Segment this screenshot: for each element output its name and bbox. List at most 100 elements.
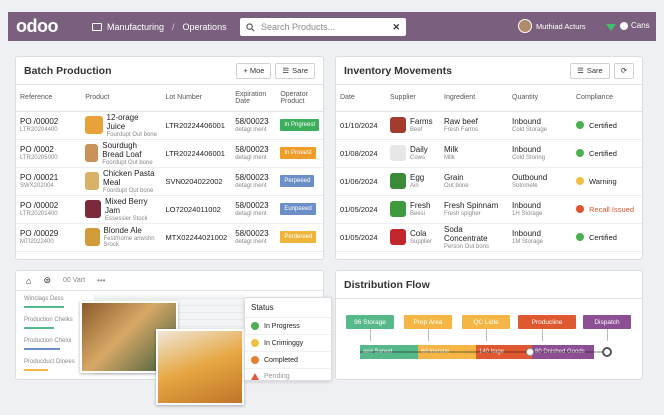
column-header[interactable]: Reference bbox=[16, 85, 82, 112]
activity-icon[interactable] bbox=[606, 24, 616, 31]
table-row[interactable]: PO /0002 LTR20205000 Sourdugh Bread Loaf Fo… bbox=[16, 139, 323, 168]
supplier-cell: Cola Supplier bbox=[386, 223, 440, 252]
column-header[interactable]: Operator Product bbox=[276, 85, 323, 112]
save-label: Sare bbox=[292, 66, 308, 75]
column-header[interactable]: Supplier bbox=[386, 85, 440, 112]
status-legend-item[interactable]: Completed bbox=[245, 352, 331, 369]
status-badge[interactable]: Eunpeeed bbox=[280, 203, 316, 215]
table-row[interactable]: 01/08/2024 Daily Cows Milk Milk Inbound Cold S… bbox=[336, 139, 642, 168]
ingredient-sub: Person Out bons bbox=[444, 243, 490, 250]
reference-cell: PO /00029 MTI2022400 bbox=[16, 223, 82, 252]
flow-connector bbox=[542, 329, 543, 341]
status-badge[interactable]: In Prigreest bbox=[280, 119, 319, 131]
view-icon[interactable]: ⊜ bbox=[43, 275, 51, 286]
status-legend: Status In Progress In Criminggy Completed P… bbox=[244, 297, 332, 385]
table-row[interactable]: 01/10/2024 Farms Beef Raw beef Fresh Farms In… bbox=[336, 111, 642, 140]
column-header[interactable]: Compliance bbox=[572, 85, 642, 112]
compliance-label: Certified bbox=[589, 120, 617, 130]
odoo-logo[interactable]: odoo bbox=[16, 16, 58, 37]
flow-stage[interactable]: QC Lidle bbox=[462, 315, 510, 329]
flow-stage[interactable]: Dispatch bbox=[583, 315, 631, 329]
status-label: Completed bbox=[264, 356, 298, 364]
reference: PO /00029 bbox=[20, 229, 59, 238]
expiration-date: 58/00023 bbox=[235, 173, 269, 182]
flow-end-marker bbox=[602, 347, 612, 357]
compliance-status[interactable]: Certified bbox=[576, 149, 638, 158]
ingredient: Soda Concentrate bbox=[444, 224, 488, 243]
lot-number: LTR20224406001 bbox=[161, 139, 232, 168]
reference-sub: LTR20201400 bbox=[20, 211, 58, 217]
column-header[interactable]: Lot Number bbox=[161, 85, 232, 112]
expiration-date: 58/00023 bbox=[235, 201, 269, 210]
compliance-cell: Certified bbox=[572, 223, 642, 252]
user-menu[interactable]: Muthiad Acturs bbox=[518, 19, 586, 33]
save-button[interactable]: ☰ Sare bbox=[275, 62, 315, 79]
refresh-button[interactable]: ⟳ bbox=[613, 62, 634, 79]
compliance-status[interactable]: Warning bbox=[576, 177, 638, 186]
home-icon[interactable]: ⌂ bbox=[26, 276, 31, 286]
status-dot bbox=[576, 149, 584, 157]
table-row[interactable]: 01/05/2024 Fresh Beesi Fresh Spinnam Fresh s… bbox=[336, 195, 642, 224]
flow-stage[interactable]: Producline bbox=[518, 315, 576, 329]
status-badge[interactable]: Perdereed bbox=[280, 231, 317, 243]
status-dot bbox=[251, 356, 259, 364]
breadcrumb-section[interactable]: Operations bbox=[183, 22, 227, 32]
table-row[interactable]: PO /00002 LTR20201400 Mixed Berry Jam Esses… bbox=[16, 195, 323, 224]
company-switcher[interactable]: Cans bbox=[620, 21, 650, 30]
column-header[interactable]: Expiration Date bbox=[231, 85, 277, 112]
compliance-status[interactable]: Certified bbox=[576, 233, 638, 242]
quantity-cell: Inbound Cold Storage bbox=[508, 111, 572, 140]
ingredient-cell: Fresh Spinnam Fresh spigher bbox=[440, 195, 508, 224]
product-name: Blonde Ale bbox=[103, 226, 142, 235]
product-name: Mixed Berry Jam bbox=[104, 196, 148, 215]
product-sub: Fourdupt Out bone bbox=[106, 131, 157, 138]
flow-stage[interactable]: Prep Area bbox=[404, 315, 452, 329]
view-label[interactable]: 00 Vart bbox=[63, 277, 85, 284]
column-header[interactable]: Date bbox=[336, 85, 386, 112]
compliance-status[interactable]: Certified bbox=[576, 121, 638, 130]
status-legend-item[interactable]: In Criminggy bbox=[245, 335, 331, 352]
compliance-status[interactable]: Recall Issued bbox=[576, 205, 638, 214]
supplier: Egg Ain bbox=[390, 173, 436, 189]
reference: PO /00002 bbox=[20, 201, 59, 210]
table-row[interactable]: 01/05/2024 Cola Supplier Soda Concentrate Pe… bbox=[336, 223, 642, 252]
breadcrumb-app[interactable]: Manufacturing bbox=[107, 22, 164, 32]
reference: PO /00021 bbox=[20, 173, 59, 182]
save-button[interactable]: ☰ Sare bbox=[570, 62, 610, 79]
operator-cell: Perdereed bbox=[276, 223, 323, 252]
expiration-sub: detagl ment bbox=[235, 127, 267, 133]
supplier-name: Farms bbox=[410, 117, 433, 126]
column-header[interactable]: Product bbox=[81, 85, 162, 112]
supplier-sub: Beesi bbox=[410, 211, 426, 217]
status-legend-item[interactable]: In Progress bbox=[245, 318, 331, 335]
compliance-label: Recall Issued bbox=[589, 204, 635, 214]
flow-marker[interactable] bbox=[526, 348, 534, 356]
clear-icon[interactable]: ✕ bbox=[392, 22, 400, 33]
menu-icon: ☰ bbox=[282, 66, 290, 75]
table-row[interactable]: PO /00029 MTI2022400 Blonde Ale Festrhome a… bbox=[16, 223, 323, 252]
table-row[interactable]: PO /00021 SWX202004 Chicken Pasta Meal Foor… bbox=[16, 167, 323, 196]
add-button[interactable]: + Moe bbox=[236, 62, 272, 79]
supplier-thumbnail bbox=[390, 201, 406, 217]
supplier-text: Cola Supplier bbox=[410, 229, 432, 245]
product-thumbnail bbox=[85, 200, 101, 218]
date: 01/08/2024 bbox=[336, 139, 386, 168]
search-input[interactable]: Search Products... ✕ bbox=[240, 18, 406, 36]
flow-stage[interactable]: 96 Storage bbox=[346, 315, 394, 329]
status-badge[interactable]: Perpeeed bbox=[280, 175, 315, 187]
table-row[interactable]: 01/06/2024 Egg Ain Grain Out bone Outbound Sot… bbox=[336, 167, 642, 196]
status-badge[interactable]: In Proeest bbox=[280, 147, 316, 159]
table-row[interactable]: PO /00002 LTR20204400 12-orage Juice Fourdu… bbox=[16, 111, 323, 140]
supplier-sub: Beef bbox=[410, 127, 423, 133]
product-thumbnail bbox=[85, 144, 99, 162]
product-sub: Festrhome anwshn Srock bbox=[103, 236, 155, 248]
supplier-thumbnail bbox=[390, 117, 406, 133]
column-header[interactable]: Ingredient bbox=[440, 85, 508, 112]
supplier: Cola Supplier bbox=[390, 229, 436, 245]
lot-number: LO72024011002 bbox=[161, 195, 232, 224]
column-header[interactable]: Quantity bbox=[508, 85, 572, 112]
status-legend-item[interactable]: Pending bbox=[245, 369, 331, 385]
ingredient-sub: Fresh Farms bbox=[444, 127, 479, 133]
more-icon[interactable]: ••• bbox=[97, 276, 105, 285]
quantity-sub: 1H Storage bbox=[512, 211, 543, 217]
